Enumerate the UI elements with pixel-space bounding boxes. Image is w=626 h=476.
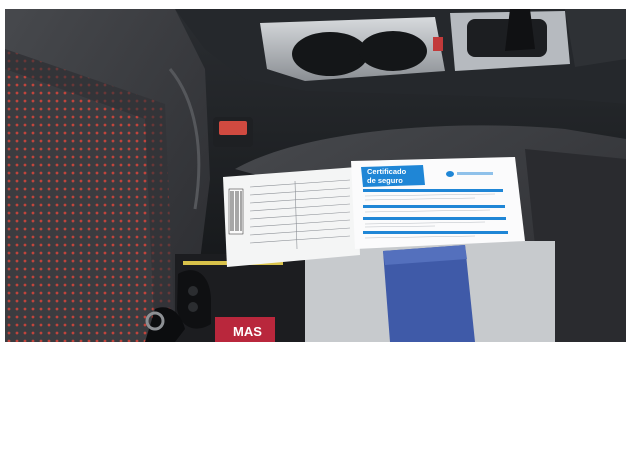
insurer-logo-icon [446,171,454,177]
card-brand-text: MAS [233,324,262,339]
photo-canvas: MAS Certificado de seguro [5,9,626,342]
certificate-title-line1: Certificado [367,167,407,176]
vehicle-document [223,167,360,267]
insurance-certificate: Certificado de seguro [351,157,525,249]
certificate-title-line2: de seguro [367,176,403,185]
empty-area [0,342,626,476]
insurer-logo-text [457,172,493,175]
mas-card: MAS [215,317,275,342]
seatbelt-buckle [213,117,253,147]
car-interior-photo: MAS Certificado de seguro [5,9,626,342]
